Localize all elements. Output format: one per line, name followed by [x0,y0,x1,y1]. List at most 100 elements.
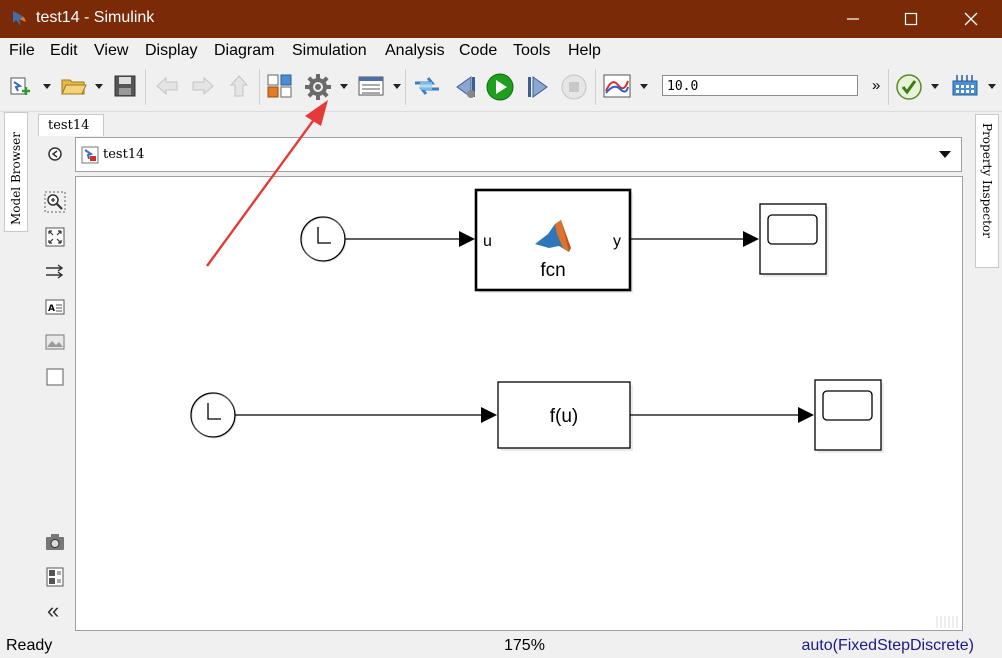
toolbar: 10.0 » [0,63,1002,112]
status-text: Ready [6,637,53,654]
explorer-dropdown-caret[interactable] [393,84,401,89]
run-icon [486,73,514,101]
step-forward-button[interactable] [524,73,552,101]
model-explorer-icon [358,76,384,96]
svg-text:A: A [48,304,55,314]
data-inspector-icon [603,74,631,98]
open-dropdown-caret[interactable] [95,84,103,89]
menu-view[interactable]: View [94,42,128,60]
model-browser-label: Model Browser [9,132,23,225]
build-dropdown-caret[interactable] [988,84,996,89]
arrowhead-1b [743,231,759,247]
stop-icon [561,74,587,100]
image-icon [45,334,65,350]
report-icon [46,567,64,587]
status-bar: Ready 175% auto(FixedStepDiscrete) [0,632,1002,658]
chevron-down-icon[interactable] [939,151,951,158]
zoom-icon [44,191,66,213]
scope-block-2[interactable] [814,379,884,453]
menu-bar: File Edit View Display Diagram Simulatio… [0,38,1002,63]
run-button[interactable] [485,73,515,101]
update-diagram-icon [415,77,439,95]
area-button[interactable] [44,366,66,388]
open-folder-icon [61,79,87,95]
new-dropdown-caret[interactable] [43,84,51,89]
data-inspector-button[interactable] [602,73,632,101]
zoom-button[interactable] [44,191,66,213]
menu-tools[interactable]: Tools [513,42,550,60]
back-button[interactable] [154,73,180,101]
model-browser-tab[interactable]: Model Browser [4,112,28,232]
scope-screen-icon [822,390,873,421]
stop-button[interactable] [560,73,588,101]
solver-link[interactable]: auto(FixedStepDiscrete) [801,637,974,655]
stop-time-input[interactable]: 10.0 [662,75,858,96]
fit-view-button[interactable] [44,226,66,248]
scope-screen-icon [767,214,818,245]
matlab-function-block[interactable]: u y fcn [474,188,633,293]
minimize-icon [847,18,859,20]
toolbar-overflow[interactable]: » [872,77,880,94]
area-icon [46,368,64,386]
hide-browser-icon [48,147,62,161]
menu-file[interactable]: File [9,42,35,60]
resize-grip-icon[interactable] [936,616,958,628]
simulink-app-icon [10,8,30,28]
hide-browser-button[interactable] [44,143,66,165]
step-back-button[interactable] [451,73,479,101]
zoom-level: 175% [504,637,545,654]
save-button[interactable] [112,73,138,101]
tab-test14[interactable]: test14 [38,114,104,136]
build-icon [952,75,978,96]
property-inspector-tab[interactable]: Property Inspector [975,114,999,268]
close-icon [964,12,978,26]
report-button[interactable] [44,566,66,588]
open-button[interactable] [60,73,88,101]
new-model-button[interactable] [8,73,34,101]
model-icon [81,146,99,164]
collapse-palette-button[interactable]: « [44,598,66,623]
route-lines-button[interactable] [44,261,66,283]
menu-edit[interactable]: Edit [50,42,78,60]
fcn-name-label: fcn [540,260,565,281]
image-button[interactable] [44,331,66,353]
menu-code[interactable]: Code [459,42,497,60]
annotation-arrow [206,100,328,267]
fcn-input-port-label: u [483,233,492,250]
property-inspector-label: Property Inspector [980,123,994,238]
arrowhead-2b [798,407,814,423]
screenshot-camera-icon [46,534,64,550]
annotation-icon: A [45,299,65,315]
route-lines-icon [46,264,64,279]
save-icon [114,75,136,97]
menu-help[interactable]: Help [568,42,601,60]
settings-dropdown-caret[interactable] [340,84,348,89]
advisor-dropdown-caret[interactable] [931,84,939,89]
menu-simulation[interactable]: Simulation [292,42,367,60]
minimize-button[interactable] [830,0,876,38]
arrowhead-2a [481,407,497,423]
build-button[interactable] [950,73,980,101]
fcn-expression-label: f(u) [550,406,579,427]
scope-block-1[interactable] [759,203,829,277]
menu-display[interactable]: Display [145,42,197,60]
menu-diagram[interactable]: Diagram [214,42,274,60]
maximize-button[interactable] [888,0,934,38]
inspector-dropdown-caret[interactable] [640,84,648,89]
title-bar[interactable]: test14 - Simulink [0,0,1002,38]
update-diagram-button[interactable] [412,73,442,101]
breadcrumb-model[interactable]: test14 [103,147,144,162]
maximize-icon [904,12,918,26]
fcn-block[interactable]: f(u) [497,381,633,451]
step-back-icon [456,76,475,98]
menu-analysis[interactable]: Analysis [385,42,445,60]
model-advisor-button[interactable] [895,73,923,101]
clock-block-2[interactable] [190,392,237,439]
arrowhead-1a [459,231,475,247]
tab-label: test14 [48,118,90,133]
close-button[interactable] [948,0,994,38]
model-explorer-button[interactable] [357,73,385,101]
step-forward-icon [528,76,548,98]
annotation-button[interactable]: A [44,296,66,318]
screenshot-button[interactable] [44,531,66,553]
